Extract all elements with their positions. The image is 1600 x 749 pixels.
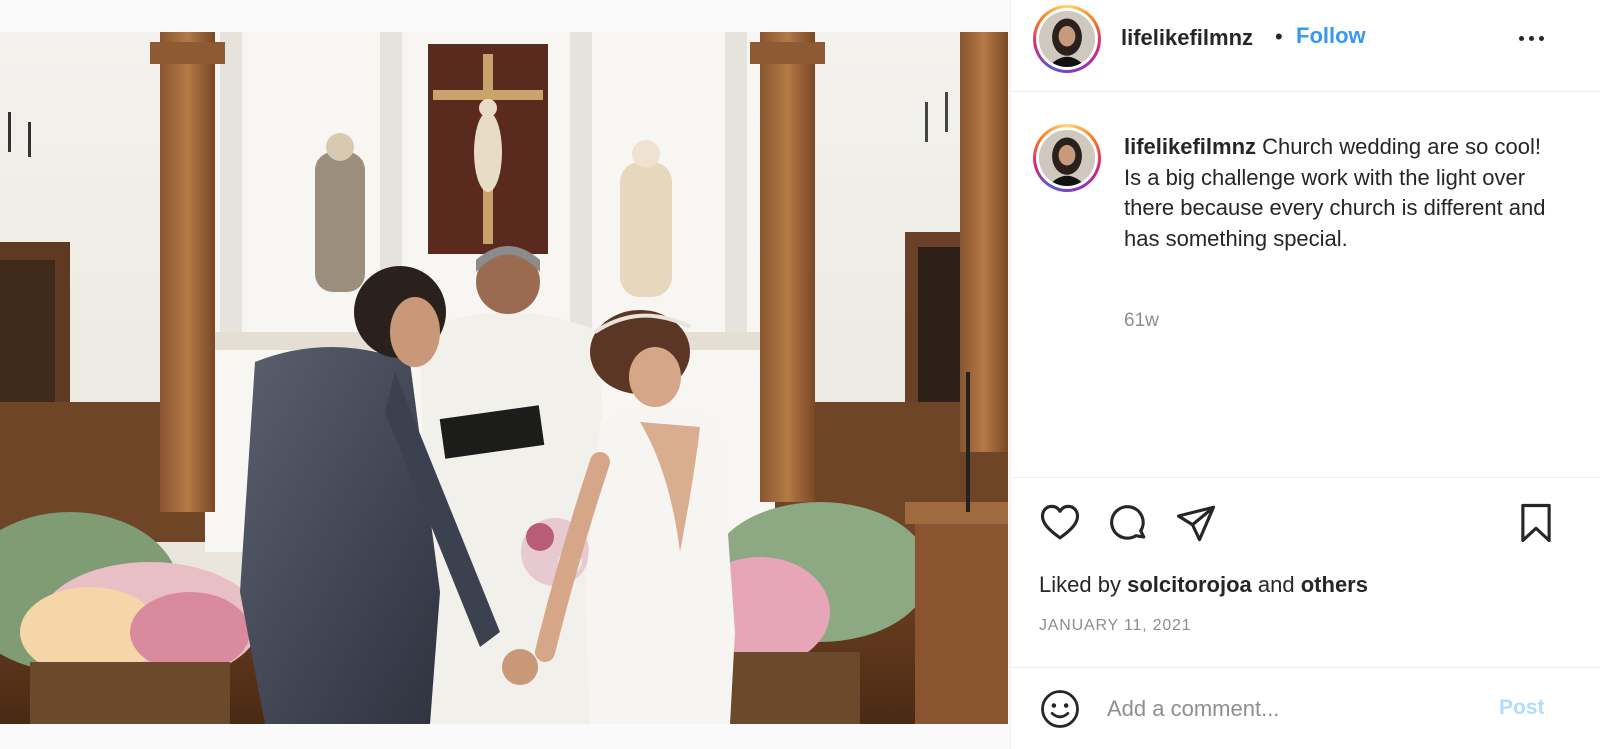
avatar[interactable]	[1033, 5, 1101, 73]
post-date[interactable]: JANUARY 11, 2021	[1039, 617, 1191, 635]
profile-photo	[1039, 130, 1095, 186]
follow-button[interactable]: Follow	[1296, 23, 1366, 49]
comment-input[interactable]	[1107, 692, 1487, 726]
caption-username[interactable]: lifelikefilmnz	[1124, 134, 1256, 159]
liked-by-user[interactable]: solcitorojoa	[1127, 572, 1252, 597]
more-horizontal-icon[interactable]	[1517, 28, 1547, 48]
send-icon[interactable]	[1175, 502, 1217, 544]
likes-prefix: Liked by	[1039, 572, 1121, 597]
likes-connector: and	[1257, 572, 1295, 597]
comment-bar: Post	[1011, 668, 1600, 749]
profile-photo-illustration	[1039, 11, 1095, 67]
caption-line-2: Is a big challenge work with the light o…	[1124, 164, 1546, 251]
caption-text: lifelikefilmnz Church wedding are so coo…	[1124, 132, 1564, 254]
post-header: lifelikefilmnz • Follow	[1011, 0, 1600, 92]
liked-by-others[interactable]: others	[1301, 572, 1368, 597]
post-comment-button[interactable]: Post	[1499, 696, 1545, 720]
profile-photo	[1039, 11, 1095, 67]
separator-dot: •	[1275, 24, 1283, 49]
instagram-post: lifelikefilmnz • Follow lifelikefilmnz C…	[0, 0, 1600, 749]
comment-icon[interactable]	[1107, 502, 1149, 544]
post-caption: lifelikefilmnz Church wedding are so coo…	[1011, 92, 1600, 478]
smiley-icon[interactable]	[1039, 688, 1081, 730]
post-photo[interactable]	[0, 32, 1008, 724]
likes-summary: Liked by solcitorojoa and others	[1039, 572, 1368, 598]
caption-line-1: Church wedding are so cool!	[1262, 134, 1541, 159]
heart-icon[interactable]	[1039, 502, 1081, 544]
profile-photo-illustration	[1039, 130, 1095, 186]
bookmark-icon[interactable]	[1515, 502, 1557, 544]
caption-avatar[interactable]	[1033, 124, 1101, 192]
post-side-panel: lifelikefilmnz • Follow lifelikefilmnz C…	[1010, 0, 1600, 749]
author-username[interactable]: lifelikefilmnz	[1121, 25, 1253, 51]
wedding-photo-illustration	[0, 32, 1008, 724]
post-actions: Liked by solcitorojoa and others JANUARY…	[1011, 478, 1600, 668]
caption-timestamp[interactable]: 61w	[1124, 310, 1159, 332]
